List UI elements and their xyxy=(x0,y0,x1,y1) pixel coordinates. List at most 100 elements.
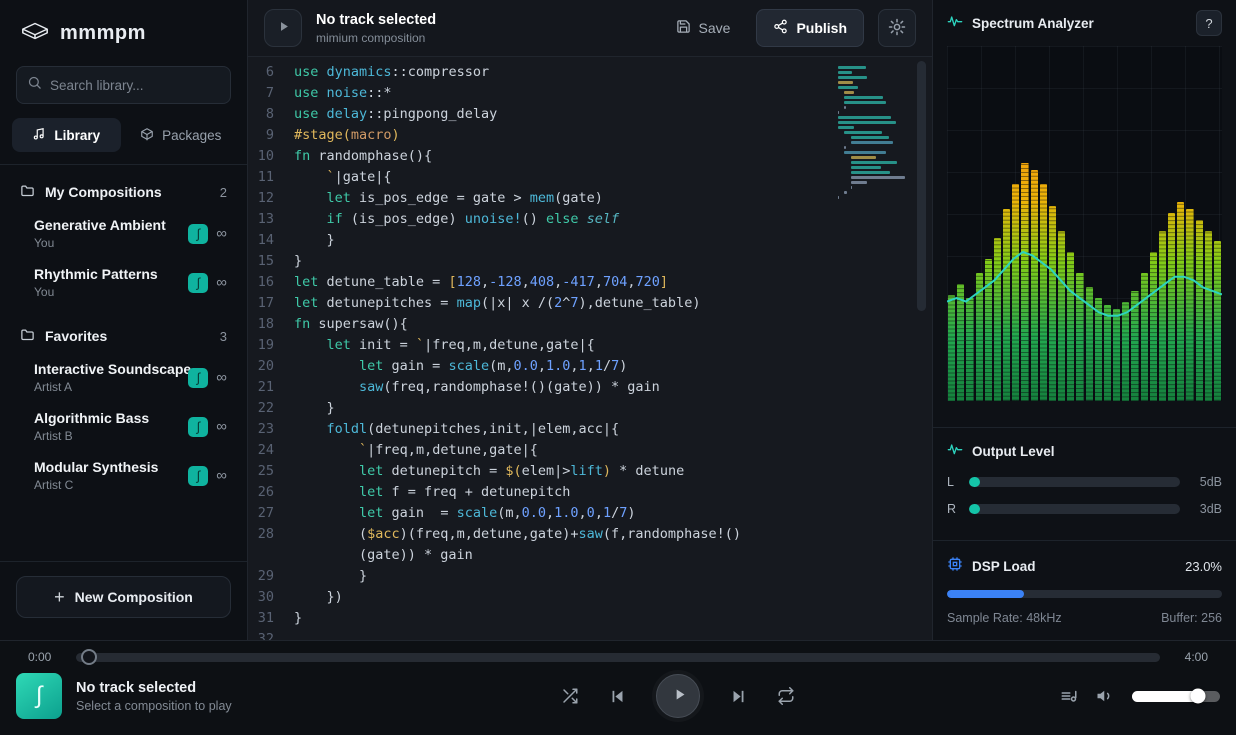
new-composition-button[interactable]: + New Composition xyxy=(16,576,231,618)
infinity-icon: ∞ xyxy=(216,225,227,242)
settings-button[interactable] xyxy=(878,9,916,47)
folder-icon xyxy=(20,327,35,345)
composition-list-item[interactable]: Modular SynthesisArtist C∫∞ xyxy=(0,451,247,500)
now-playing: ∫ No track selected Select a composition… xyxy=(16,673,376,719)
section-title: Favorites xyxy=(45,328,107,344)
tab-packages-label: Packages xyxy=(162,128,221,143)
line-number: 19 xyxy=(248,335,294,356)
line-number: 10 xyxy=(248,146,294,167)
item-subtitle: Artist A xyxy=(34,380,188,394)
sidebar-sections: My Compositions2Generative AmbientYou∫∞R… xyxy=(0,165,247,561)
track-subtitle: mimium composition xyxy=(316,31,436,45)
line-number: 27 xyxy=(248,503,294,524)
code-line: 23 foldl(detunepitches,init,|elem,acc|{ xyxy=(248,419,932,440)
line-number: 23 xyxy=(248,419,294,440)
help-button[interactable]: ? xyxy=(1196,10,1222,36)
line-number: 22 xyxy=(248,398,294,419)
repeat-button[interactable] xyxy=(777,687,795,705)
search-input[interactable] xyxy=(50,78,227,93)
next-button[interactable] xyxy=(730,688,747,705)
code-line: 9#stage(macro) xyxy=(248,125,932,146)
line-number: 14 xyxy=(248,230,294,251)
line-number: 7 xyxy=(248,83,294,104)
spectrum-title: Spectrum Analyzer xyxy=(972,16,1094,31)
line-number: 6 xyxy=(248,62,294,83)
track-info: No track selected mimium composition xyxy=(316,12,436,45)
volume-slider[interactable] xyxy=(1132,691,1220,702)
code-line: 18fn supersaw(){ xyxy=(248,314,932,335)
previous-button[interactable] xyxy=(609,688,626,705)
play-icon xyxy=(669,686,688,706)
code-line: 28 ($acc)(freq,m,detune,gate)+saw(f,rand… xyxy=(248,524,932,545)
app-window: mmmpm Library Packages My Compositions2G… xyxy=(0,0,1236,640)
composition-list-item[interactable]: Rhythmic PatternsYou∫∞ xyxy=(0,258,247,307)
waveform-icon xyxy=(947,13,963,34)
shuffle-button[interactable] xyxy=(561,687,579,705)
level-row-left: L 5dB xyxy=(947,475,1222,489)
spectrum-line-overlay xyxy=(947,46,1222,401)
player-controls-row: ∫ No track selected Select a composition… xyxy=(0,664,1236,728)
music-note-icon xyxy=(32,127,46,144)
code-line: 31} xyxy=(248,608,932,629)
item-title: Algorithmic Bass xyxy=(34,410,188,426)
code-line: 21 saw(freq,randomphase!()(gate)) * gain xyxy=(248,377,932,398)
item-title: Interactive Soundscape xyxy=(34,361,188,377)
code-line: 10fn randomphase(){ xyxy=(248,146,932,167)
composition-list-item[interactable]: Algorithmic BassArtist B∫∞ xyxy=(0,402,247,451)
code-editor[interactable]: 6use dynamics::compressor7use noise::*8u… xyxy=(248,57,932,640)
line-number: 12 xyxy=(248,188,294,209)
item-subtitle: You xyxy=(34,285,188,299)
line-number: 9 xyxy=(248,125,294,146)
editor-minimap[interactable] xyxy=(838,65,906,205)
editor-scrollbar[interactable] xyxy=(917,57,926,640)
infinity-icon: ∞ xyxy=(216,418,227,435)
analysis-panel: Spectrum Analyzer ? Output Level L 5dB R… xyxy=(932,0,1236,640)
buffer-label: Buffer: 256 xyxy=(1161,611,1222,625)
composition-list-item[interactable]: Generative AmbientYou∫∞ xyxy=(0,209,247,258)
main-area: No track selected mimium composition Sav… xyxy=(248,0,932,640)
preview-play-button[interactable] xyxy=(264,9,302,47)
editor-topbar: No track selected mimium composition Sav… xyxy=(248,0,932,57)
code-line: 24 `|freq,m,detune,gate|{ xyxy=(248,440,932,461)
scrollbar-thumb[interactable] xyxy=(917,61,926,311)
level-waveform-icon xyxy=(947,441,963,462)
code-line: 11 `|gate|{ xyxy=(248,167,932,188)
seek-slider[interactable] xyxy=(76,653,1160,662)
sidebar-section: My Compositions2Generative AmbientYou∫∞R… xyxy=(0,175,247,307)
save-button[interactable]: Save xyxy=(664,11,743,45)
item-subtitle: Artist B xyxy=(34,429,188,443)
dsp-load-title: DSP Load xyxy=(972,559,1036,574)
line-number: 18 xyxy=(248,314,294,335)
composition-list-item[interactable]: Interactive SoundscapeArtist A∫∞ xyxy=(0,353,247,402)
code-line: 19 let init = `|freq,m,detune,gate|{ xyxy=(248,335,932,356)
item-title: Modular Synthesis xyxy=(34,459,188,475)
code-line: 32 xyxy=(248,629,932,640)
gear-icon xyxy=(888,18,906,39)
mimium-badge-icon: ∫ xyxy=(188,368,208,388)
tab-packages[interactable]: Packages xyxy=(127,118,236,152)
play-button[interactable] xyxy=(656,674,700,718)
seek-knob[interactable] xyxy=(81,649,97,665)
line-number: 29 xyxy=(248,566,294,587)
queue-icon[interactable] xyxy=(1060,687,1078,705)
level-value-left: 5dB xyxy=(1190,475,1222,489)
code-line: 14 } xyxy=(248,230,932,251)
volume-icon[interactable] xyxy=(1096,687,1114,705)
line-number: 24 xyxy=(248,440,294,461)
tab-library[interactable]: Library xyxy=(12,118,121,152)
tab-library-label: Library xyxy=(54,128,100,143)
volume-knob[interactable] xyxy=(1191,689,1206,704)
line-number: 8 xyxy=(248,104,294,125)
dsp-load-bar xyxy=(947,590,1222,598)
app-title: mmmpm xyxy=(60,22,146,45)
line-number: 31 xyxy=(248,608,294,629)
line-number xyxy=(248,545,294,566)
publish-button[interactable]: Publish xyxy=(756,9,864,47)
search-box[interactable] xyxy=(16,66,231,104)
line-number: 15 xyxy=(248,251,294,272)
line-number: 25 xyxy=(248,461,294,482)
sidebar-tabs: Library Packages xyxy=(0,118,247,165)
item-title: Generative Ambient xyxy=(34,217,188,233)
cpu-icon xyxy=(947,556,963,577)
channel-label: R xyxy=(947,502,959,516)
